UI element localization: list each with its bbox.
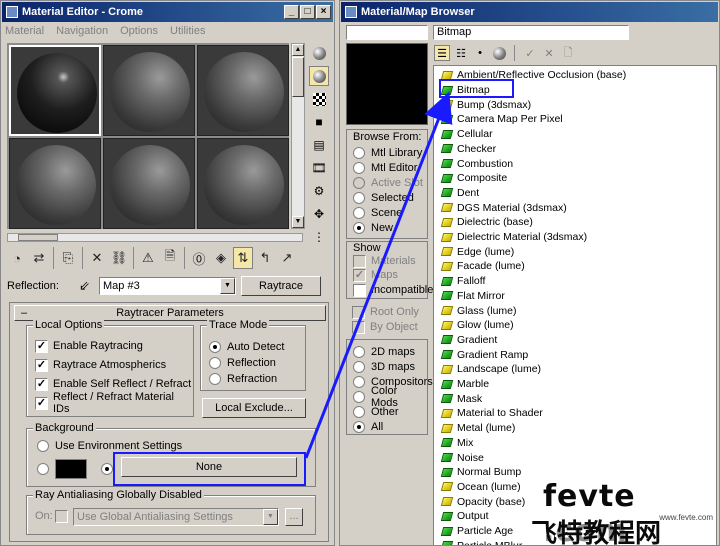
connector-arrow — [304, 91, 453, 459]
